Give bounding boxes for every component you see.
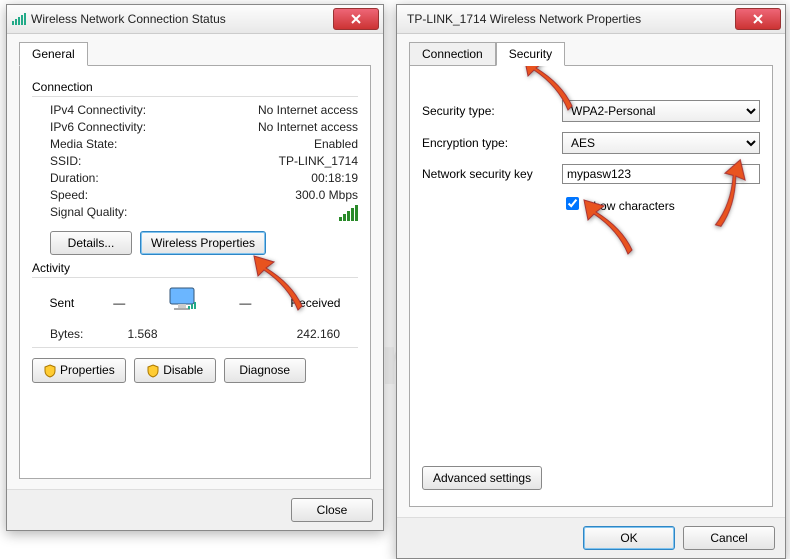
show-characters-checkbox[interactable]	[566, 197, 579, 210]
properties-dialog: TP-LINK_1714 Wireless Network Properties…	[396, 4, 786, 559]
duration-label: Duration:	[50, 171, 99, 185]
ipv6-label: IPv6 Connectivity:	[50, 120, 146, 134]
signal-bars-icon	[339, 205, 358, 221]
show-characters-label[interactable]: Show characters	[562, 199, 675, 213]
close-button[interactable]	[333, 8, 379, 30]
received-label: Received	[290, 296, 340, 310]
properties-title: TP-LINK_1714 Wireless Network Properties	[401, 12, 735, 26]
bytes-sent: 1.568	[83, 327, 201, 341]
close-button[interactable]	[735, 8, 781, 30]
properties-titlebar: TP-LINK_1714 Wireless Network Properties	[397, 5, 785, 34]
security-key-input[interactable]	[562, 164, 760, 184]
ssid-value: TP-LINK_1714	[279, 154, 358, 168]
diagnose-button[interactable]: Diagnose	[224, 358, 306, 383]
advanced-settings-button[interactable]: Advanced settings	[422, 466, 542, 490]
shield-icon	[43, 364, 57, 378]
connection-group-label: Connection	[32, 80, 358, 94]
speed-value: 300.0 Mbps	[295, 188, 358, 202]
security-type-label: Security type:	[422, 104, 562, 118]
tab-general[interactable]: General	[19, 42, 88, 66]
status-title: Wireless Network Connection Status	[31, 12, 333, 26]
status-dialog: Wireless Network Connection Status Gener…	[6, 4, 384, 531]
ssid-label: SSID:	[50, 154, 81, 168]
speed-label: Speed:	[50, 188, 88, 202]
duration-value: 00:18:19	[311, 171, 358, 185]
sent-label: Sent	[50, 296, 75, 310]
encryption-type-select[interactable]: AES	[562, 132, 760, 154]
tab-security[interactable]: Security	[496, 42, 565, 66]
signal-label: Signal Quality:	[50, 205, 127, 221]
close-icon	[753, 14, 763, 24]
cancel-button[interactable]: Cancel	[683, 526, 775, 550]
encryption-type-label: Encryption type:	[422, 136, 562, 150]
activity-icon	[164, 286, 200, 319]
tab-connection[interactable]: Connection	[409, 42, 496, 66]
status-titlebar: Wireless Network Connection Status	[7, 5, 383, 34]
wireless-properties-button[interactable]: Wireless Properties	[140, 231, 266, 255]
bytes-label: Bytes:	[50, 327, 83, 341]
security-type-select[interactable]: WPA2-Personal	[562, 100, 760, 122]
media-label: Media State:	[50, 137, 117, 151]
disable-button[interactable]: Disable	[134, 358, 216, 383]
details-button[interactable]: Details...	[50, 231, 132, 255]
activity-group-label: Activity	[32, 261, 358, 275]
shield-icon	[146, 364, 160, 378]
security-key-label: Network security key	[422, 167, 562, 181]
close-icon	[351, 14, 361, 24]
ok-button[interactable]: OK	[583, 526, 675, 550]
close-dialog-button[interactable]: Close	[291, 498, 373, 522]
wifi-icon	[11, 11, 27, 27]
ipv4-value: No Internet access	[258, 103, 358, 117]
ipv6-value: No Internet access	[258, 120, 358, 134]
properties-button[interactable]: Properties	[32, 358, 126, 383]
media-value: Enabled	[314, 137, 358, 151]
bytes-recv: 242.160	[222, 327, 340, 341]
ipv4-label: IPv4 Connectivity:	[50, 103, 146, 117]
